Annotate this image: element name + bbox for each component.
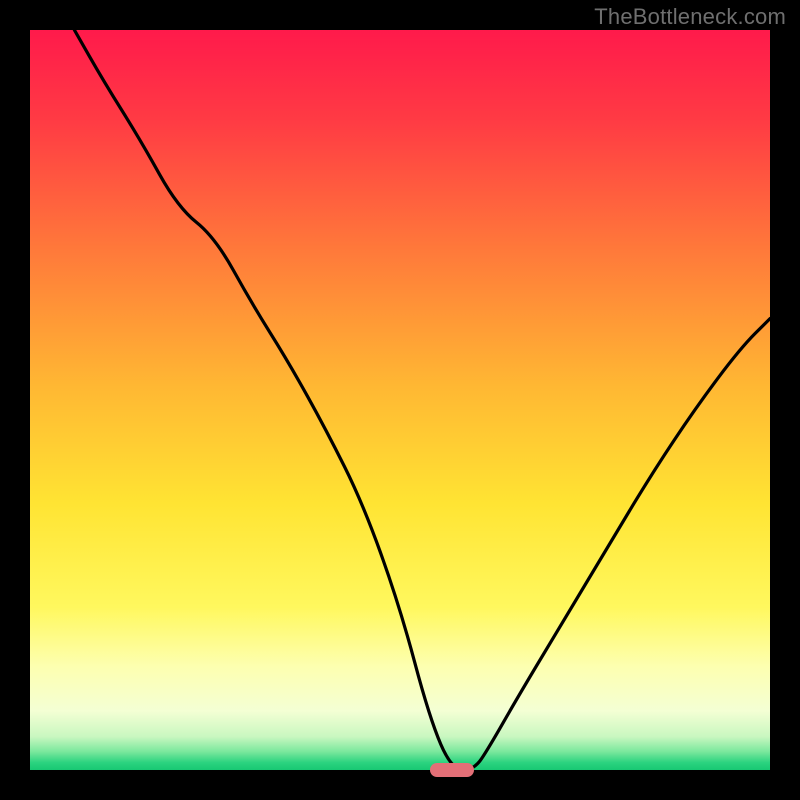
- optimal-marker: [430, 763, 474, 777]
- watermark-label: TheBottleneck.com: [594, 4, 786, 30]
- bottleneck-curve: [30, 30, 770, 770]
- chart-stage: TheBottleneck.com: [0, 0, 800, 800]
- plot-area: [30, 30, 770, 770]
